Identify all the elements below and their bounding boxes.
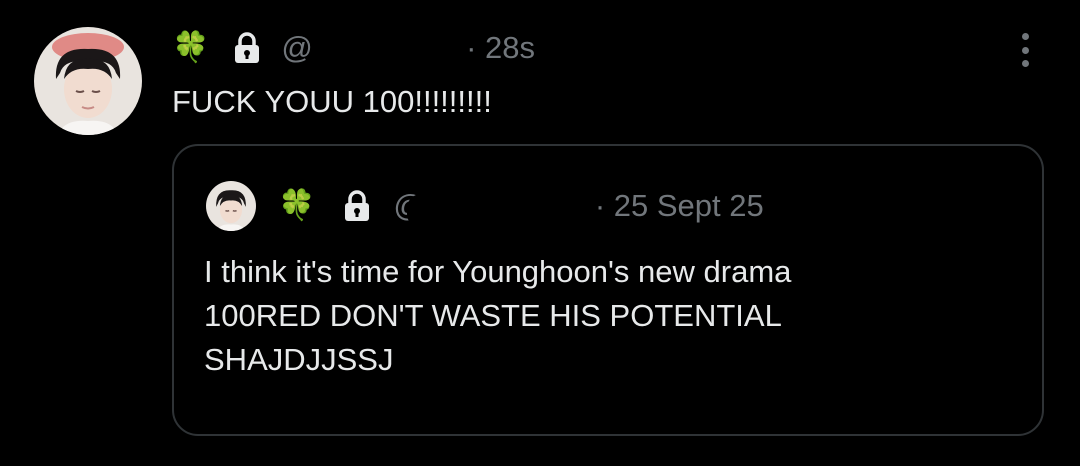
quoted-post-header: 🍀 @ · 25 Sept 25 [278,184,764,228]
post-text: FUCK YOUU 100!!!!!!!!! [172,84,492,119]
quoted-post-timestamp[interactable]: · 25 Sept 25 [595,188,764,224]
more-vertical-icon-dot [1021,46,1029,54]
redaction-mark [407,194,580,228]
quoted-post-text-line: 100RED DON'T WASTE HIS POTENTIAL [204,298,782,333]
author-handle[interactable]: @a [281,30,456,70]
quoted-post-text-line: SHAJDJJSSJ [204,342,394,377]
more-vertical-icon-dot [1021,33,1029,40]
quoted-post-text: I think it's time for Younghoon's new dr… [204,250,1024,382]
redaction-mark [313,36,456,70]
quoted-author-handle[interactable]: @ [393,188,580,228]
lock-icon [233,32,261,64]
quoted-author-avatar[interactable] [206,181,256,231]
avatar-photo [206,181,256,231]
post-timestamp[interactable]: · 28s [466,30,535,66]
clover-emoji: 🍀 [278,189,316,222]
avatar-photo [34,27,142,135]
quoted-post-text-line: I think it's time for Younghoon's new dr… [204,254,792,289]
more-options-button[interactable] [1010,28,1040,72]
lock-icon [343,190,371,222]
quoted-post-card[interactable]: 🍀 @ · 25 Sept 25 I think it's time for Y… [172,144,1044,436]
more-vertical-icon-dot [1021,60,1029,67]
author-avatar[interactable] [34,27,142,135]
clover-emoji: 🍀 [172,31,210,64]
post-header: 🍀 @a · 28s [172,24,535,72]
